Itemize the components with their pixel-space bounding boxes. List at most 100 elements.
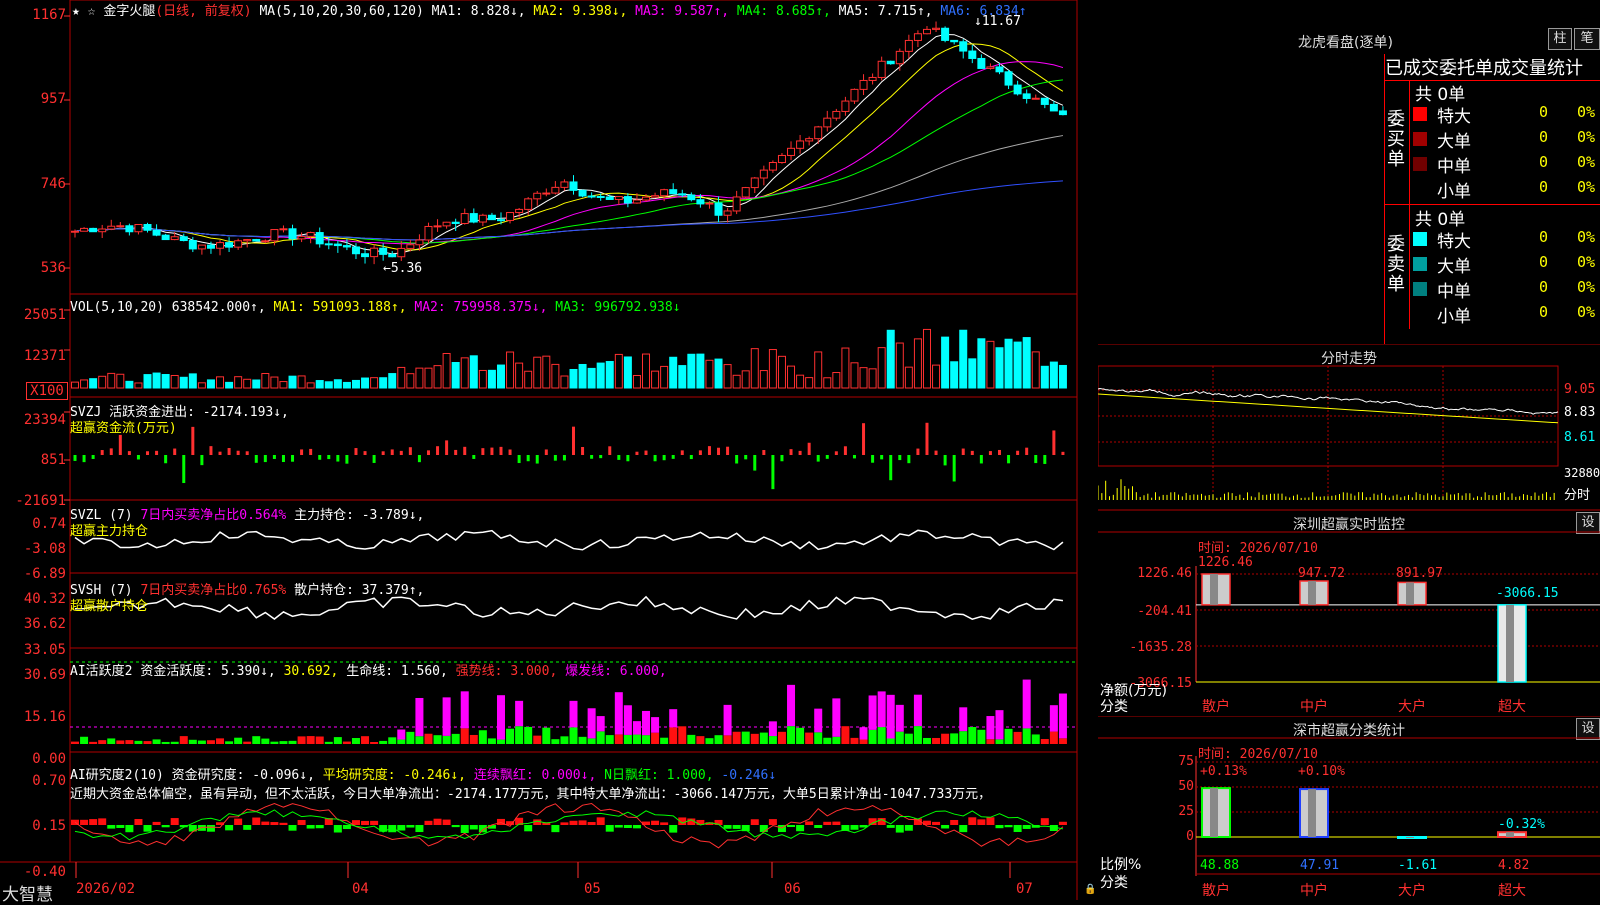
candle-body <box>487 214 496 221</box>
candle-body <box>750 177 759 189</box>
candle-body <box>895 50 904 65</box>
period-label: (日线, 前复权) <box>155 4 252 19</box>
fund-flow-bar <box>1052 430 1056 455</box>
fund-flow-bar <box>345 455 349 464</box>
activity-bar <box>370 741 379 744</box>
intraday-chart[interactable] <box>1098 344 1600 510</box>
candle-body <box>968 50 977 59</box>
activity-bar <box>950 733 959 744</box>
ai2-tick: 0.15 <box>32 818 66 834</box>
volume-bar <box>216 376 225 389</box>
vol-value: 638542.000↑, <box>171 300 266 315</box>
ai2-red-n: N日飘红: 1.000, <box>604 768 714 783</box>
activity-burst-bar <box>1049 705 1058 732</box>
classify-category: 散户 <box>1202 883 1230 899</box>
research-bar <box>805 821 814 825</box>
activity-bar <box>623 734 632 744</box>
activity-bar <box>941 733 950 744</box>
activity-burst-bar <box>877 691 886 728</box>
monitor-value-label: 891.97 <box>1396 566 1443 581</box>
activity-bar <box>170 741 179 744</box>
fund-flow-bar <box>109 448 113 455</box>
volume-bar <box>632 374 641 389</box>
volume-bar <box>333 379 342 389</box>
fund-flow-bar <box>680 450 684 455</box>
volume-bar <box>297 375 306 389</box>
candle-body <box>469 213 478 223</box>
activity-bar <box>388 737 397 744</box>
activity-burst-bar <box>596 716 605 732</box>
volume-bar <box>188 373 197 389</box>
right-sidebar: 龙虎看盘(逐单) 柱 笔 已成交委托单成交量统计 委买单 共 0单 特大 0 0% 大… <box>1098 0 1600 900</box>
monitor-cat-label: 分类 <box>1100 699 1128 715</box>
activity-burst-bar <box>669 709 678 728</box>
volume-bar <box>252 379 261 389</box>
candle-body <box>623 196 632 204</box>
ai2-research: 资金研究度: -0.096↓, <box>171 768 315 783</box>
activity-bar <box>932 737 941 744</box>
research-bar <box>605 825 614 832</box>
candle-body <box>234 240 243 248</box>
volume-bar <box>342 381 351 389</box>
fund-flow-bar <box>136 455 140 460</box>
svzl-panel-header: SVZL (7) 7日内买卖净占比0.564% 主力持仓: -3.789↓, 超… <box>70 508 424 540</box>
ma4-value: MA4: 8.685↑, <box>736 4 831 19</box>
vol-ma1: MA1: 591093.188↑, <box>273 300 407 315</box>
volume-bar <box>351 379 360 389</box>
candle-body <box>261 240 270 243</box>
volume-bar <box>415 367 424 389</box>
svzj-tick: 23394 <box>23 412 66 428</box>
buy-row-count: 0 <box>1539 128 1549 146</box>
app-logo[interactable]: 大智慧 <box>2 880 53 905</box>
volume-bar <box>424 367 433 389</box>
activity-bar <box>206 740 215 744</box>
research-bar <box>98 818 107 825</box>
fund-flow-bar <box>445 440 449 455</box>
research-bar <box>941 825 950 829</box>
sell-color-swatch <box>1413 257 1427 271</box>
bar-mode-button[interactable]: 柱 <box>1548 28 1572 50</box>
activity-bar <box>125 740 134 744</box>
chart-area[interactable]: ★ ☆ 金字火腿(日线, 前复权) MA(5,10,20,30,60,120) … <box>0 0 1098 905</box>
tick-mode-button[interactable]: 笔 <box>1574 28 1600 50</box>
star-icon[interactable]: ★ ☆ <box>72 4 95 19</box>
research-bar <box>1040 818 1049 825</box>
fund-flow-bar <box>200 455 204 466</box>
activity-bar <box>723 735 732 744</box>
research-bar <box>442 819 451 825</box>
lock-icon[interactable]: 🔒 <box>1084 884 1096 895</box>
ai1-strong: 强势线: 3.000, <box>455 664 558 679</box>
vol-label: VOL(5,10,20) <box>70 300 164 315</box>
price-low-label: ←5.36 <box>383 261 423 276</box>
activity-bar <box>1022 728 1031 744</box>
activity-bar <box>134 740 143 744</box>
sell-side-label: 委卖单 <box>1387 234 1405 295</box>
candle-body <box>768 162 777 171</box>
fund-flow-bar <box>436 446 440 455</box>
research-bar <box>560 822 569 825</box>
volume-bar <box>469 355 478 389</box>
research-bar <box>197 825 206 831</box>
fund-flow-bar <box>562 455 566 461</box>
volume-bar <box>977 338 986 389</box>
fund-flow-bar <box>318 455 322 460</box>
activity-bar <box>904 733 913 744</box>
candle-body <box>288 228 297 240</box>
research-bar <box>959 825 968 833</box>
candle-body <box>723 210 732 216</box>
vol-unit-badge[interactable]: X100 <box>26 382 68 400</box>
volume-bar <box>605 361 614 389</box>
candle-body <box>134 224 143 233</box>
sell-row-count: 0 <box>1539 278 1549 296</box>
intraday-panel[interactable]: 分时走势 9.05 8.83 8.61 32880 分时 <box>1098 344 1600 510</box>
stock-chart[interactable] <box>0 0 1098 900</box>
research-bar <box>977 819 986 825</box>
sell-row: 小单 0 0% <box>1413 302 1600 327</box>
activity-bar <box>714 735 723 744</box>
activity-burst-bar <box>723 704 732 736</box>
candle-body <box>433 225 442 228</box>
dragon-tabs[interactable]: 已成交委托单成交量统计 <box>1385 54 1600 81</box>
volume-bar <box>787 365 796 389</box>
research-bar <box>469 825 478 830</box>
activity-bar <box>986 739 995 744</box>
